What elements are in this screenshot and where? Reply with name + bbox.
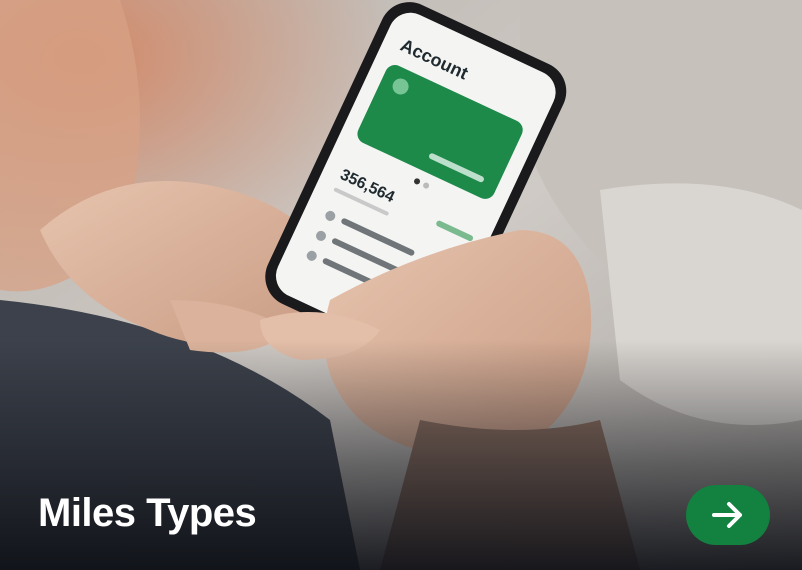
navigate-arrow-button[interactable] xyxy=(686,485,770,545)
card-title: Miles Types xyxy=(38,491,257,535)
arrow-right-icon xyxy=(711,500,745,530)
miles-types-card[interactable]: Account 356,564 Miles Types xyxy=(0,0,802,570)
